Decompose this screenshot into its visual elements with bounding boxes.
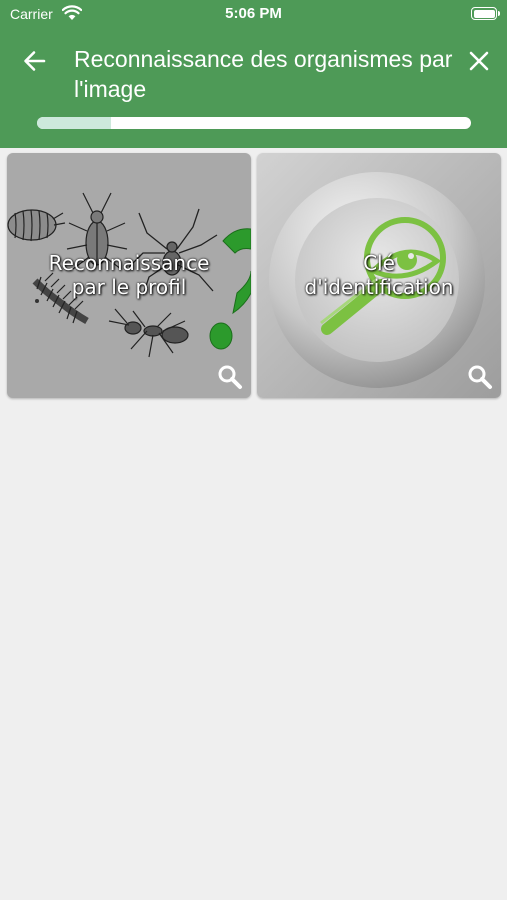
tile-identification-key-label: Clé d'identification (304, 251, 454, 299)
status-bar: Carrier 5:06 PM (0, 0, 507, 30)
close-icon[interactable] (464, 46, 494, 76)
tile-profile-recognition[interactable]: Reconnaissance par le profil (7, 153, 251, 398)
tile-profile-recognition-label: Reconnaissance par le profil (48, 251, 210, 299)
tile-identification-key[interactable]: Clé d'identification (257, 153, 501, 398)
search-icon[interactable] (467, 364, 493, 390)
battery-icon (471, 7, 500, 20)
app-header: Carrier 5:06 PM Reconnaissance des organ… (0, 0, 507, 148)
progress-fill (37, 117, 111, 129)
progress-bar (37, 117, 471, 129)
clock: 5:06 PM (225, 5, 282, 22)
page-title: Reconnaissance des organismes par l'imag… (74, 46, 453, 102)
search-icon[interactable] (217, 364, 243, 390)
back-arrow-icon[interactable] (20, 46, 50, 76)
